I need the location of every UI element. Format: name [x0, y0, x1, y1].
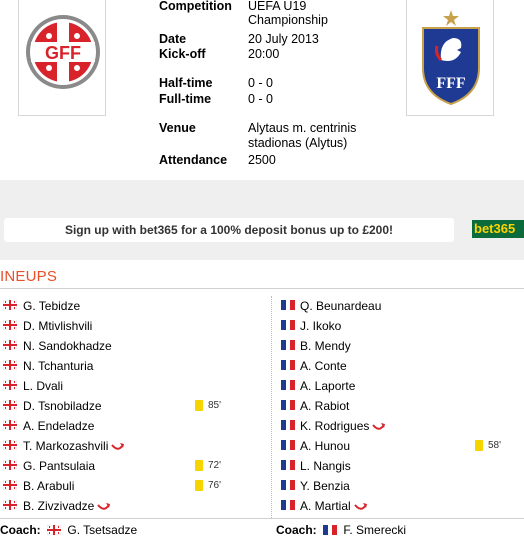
home-coach-row: Coach: G. Tsetsadze [0, 520, 137, 540]
player-name[interactable]: A. Laporte [300, 376, 355, 396]
match-header: GFF FFF Competition UEFA U19 Championshi… [0, 0, 524, 180]
fulltime-label: Full-time [159, 92, 212, 106]
coach-divider [0, 518, 524, 519]
promo-banner[interactable]: Sign up with bet365 for a 100% deposit b… [4, 218, 454, 242]
away-player-row: Q. Beunardeau [0, 296, 524, 316]
away-player-row: A. Rabiot [0, 396, 524, 416]
competition-value[interactable]: UEFA U19 Championship [248, 0, 368, 27]
halftime-label: Half-time [159, 76, 213, 90]
date-value: 20 July 2013 [248, 32, 319, 46]
away-player-row: K. Rodrigues [0, 416, 524, 436]
france-flag-icon [281, 320, 295, 330]
svg-text:FFF: FFF [436, 75, 466, 92]
home-coach-name[interactable]: G. Tsetsadze [67, 523, 137, 537]
yellow-card-icon [475, 440, 483, 451]
away-coach-label: Coach: [276, 523, 317, 537]
kickoff-label: Kick-off [159, 47, 206, 61]
venue-label: Venue [159, 121, 196, 135]
player-name[interactable]: A. Rabiot [300, 396, 349, 416]
away-player-row: B. Mendy [0, 336, 524, 356]
away-player-row: Y. Benzia [0, 476, 524, 496]
attendance-label: Attendance [159, 153, 228, 167]
away-player-row: J. Ikoko [0, 316, 524, 336]
away-player-row: L. Nangis [0, 456, 524, 476]
attendance-value: 2500 [248, 153, 276, 167]
kickoff-value: 20:00 [248, 47, 280, 61]
away-player-row: A. Laporte [0, 376, 524, 396]
player-name[interactable]: K. Rodrigues [300, 416, 369, 436]
france-flag-icon [281, 420, 295, 430]
france-flag-icon [281, 480, 295, 490]
lineups-heading: INEUPS [0, 268, 58, 285]
georgia-flag-icon [46, 524, 62, 536]
fff-logo-icon: FFF [422, 10, 480, 106]
france-flag-icon [281, 300, 295, 310]
competition-label: Competition [159, 0, 232, 13]
date-label: Date [159, 32, 187, 46]
sub-arrow-icon [354, 503, 367, 510]
player-name[interactable]: A. Conte [300, 356, 347, 376]
bet365-logo[interactable]: bet365 [472, 220, 524, 238]
france-flag-icon [281, 360, 295, 370]
player-name[interactable]: B. Mendy [300, 336, 351, 356]
france-flag-icon [281, 440, 295, 450]
away-player-row: A. Martial [0, 496, 524, 516]
venue-value[interactable]: Alytaus m. centrinis stadionas (Alytus) [248, 121, 373, 151]
france-flag-icon [323, 525, 338, 535]
home-coach-label: Coach: [0, 523, 41, 537]
card-minute: 58' [488, 440, 502, 451]
player-name[interactable]: Q. Beunardeau [300, 296, 381, 316]
away-player-row: A. Hunou 58' [0, 436, 524, 456]
player-name[interactable]: A. Martial [300, 496, 351, 516]
fulltime-value: 0 - 0 [248, 92, 274, 106]
home-team-crest[interactable]: GFF [18, 0, 106, 116]
sub-arrow-icon [372, 423, 385, 430]
player-name[interactable]: L. Nangis [300, 456, 351, 476]
france-flag-icon [281, 500, 295, 510]
france-flag-icon [281, 340, 295, 350]
away-coach-row: Coach: F. Smerecki [276, 520, 406, 540]
france-flag-icon [281, 460, 295, 470]
france-flag-icon [281, 380, 295, 390]
away-team-crest[interactable]: FFF [406, 0, 494, 116]
gff-logo-icon: GFF [26, 15, 100, 89]
player-name[interactable]: J. Ikoko [300, 316, 341, 336]
lineups-divider [0, 288, 524, 289]
player-name[interactable]: Y. Benzia [300, 476, 350, 496]
player-name[interactable]: A. Hunou [300, 436, 350, 456]
halftime-value: 0 - 0 [248, 76, 274, 90]
france-flag-icon [281, 400, 295, 410]
svg-text:GFF: GFF [45, 43, 81, 63]
away-coach-name[interactable]: F. Smerecki [343, 523, 406, 537]
away-player-row: A. Conte [0, 356, 524, 376]
